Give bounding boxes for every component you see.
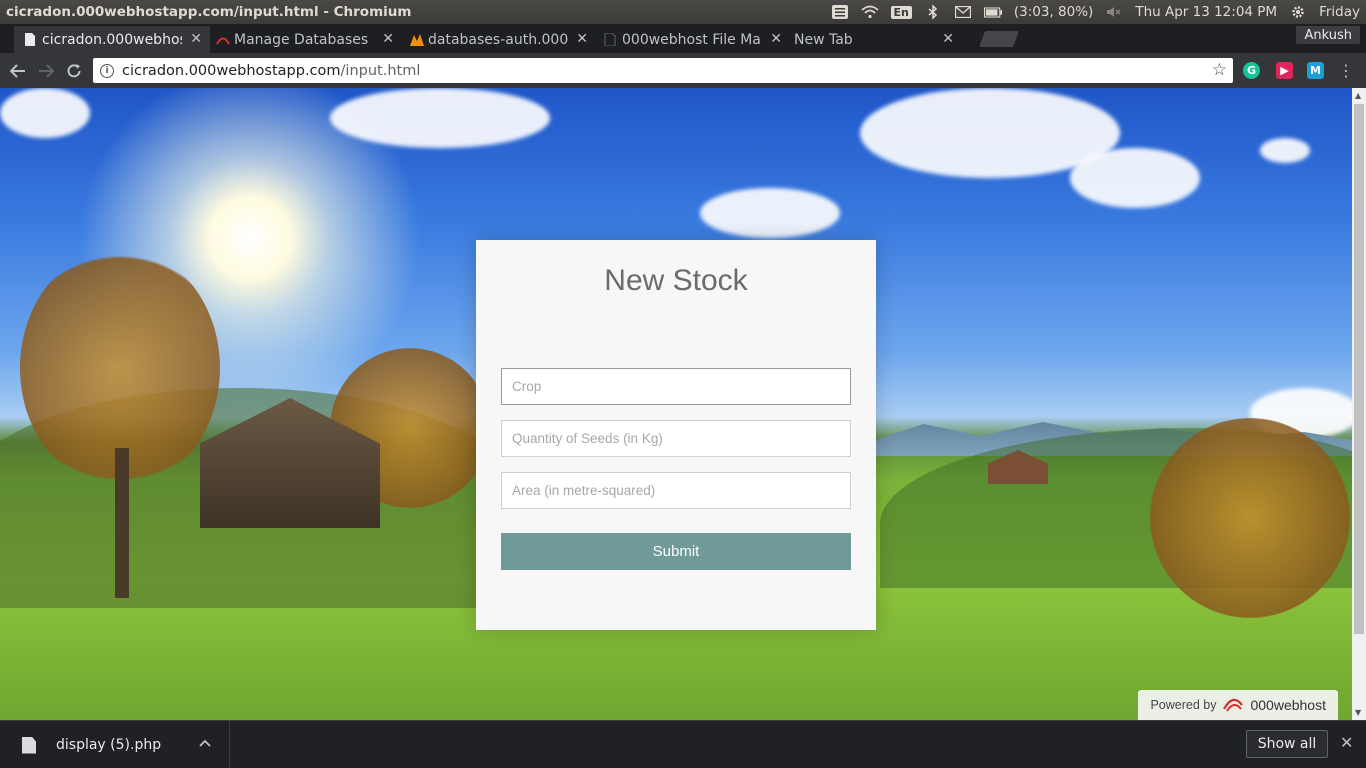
page-icon — [604, 32, 616, 47]
chevron-up-icon[interactable] — [199, 735, 211, 751]
powered-by-badge[interactable]: Powered by 000webhost — [1138, 690, 1338, 720]
close-icon[interactable]: ✕ — [576, 31, 588, 47]
menu-list-icon[interactable] — [831, 5, 849, 19]
tab-strip: cicradon.000webhos ✕ Manage Databases ✕ … — [0, 24, 1366, 53]
tab-manage-databases[interactable]: Manage Databases ✕ — [206, 26, 402, 53]
bluetooth-icon[interactable] — [924, 5, 942, 19]
seed-quantity-input[interactable] — [501, 420, 851, 457]
forward-icon[interactable] — [34, 59, 58, 83]
back-icon[interactable] — [6, 59, 30, 83]
window-title: cicradon.000webhostapp.com/input.html - … — [6, 4, 412, 20]
info-icon[interactable]: i — [100, 63, 114, 78]
cloud-decoration — [0, 88, 90, 138]
tab-databases-auth[interactable]: databases-auth.000w ✕ — [400, 26, 596, 53]
close-icon[interactable]: ✕ — [1340, 733, 1353, 752]
wifi-icon[interactable] — [860, 5, 879, 19]
tree-trunk-decoration — [115, 448, 129, 598]
page-scrollbar[interactable]: ▲ ▼ — [1352, 88, 1366, 720]
scroll-down-icon[interactable]: ▼ — [1355, 708, 1361, 717]
os-top-panel: cicradon.000webhostapp.com/input.html - … — [0, 0, 1366, 24]
tab-label: 000webhost File Ma — [622, 31, 761, 48]
grammarly-extension-icon[interactable]: G — [1243, 62, 1260, 79]
powered-by-label: Powered by — [1150, 698, 1217, 712]
volume-muted-icon[interactable] — [1105, 5, 1123, 19]
tab-label: New Tab — [794, 31, 853, 48]
gear-icon[interactable] — [1289, 5, 1307, 19]
battery-status: (3:03, 80%) — [1013, 4, 1094, 20]
database-favicon-icon — [216, 33, 230, 46]
tab-label: cicradon.000webhos — [42, 31, 182, 48]
powered-by-brand: 000webhost — [1250, 697, 1326, 713]
address-bar[interactable]: i cicradon.000webhostapp.com/input.html … — [93, 58, 1233, 83]
session-label[interactable]: Friday — [1319, 4, 1360, 20]
000webhost-logo-icon — [1222, 697, 1244, 713]
show-all-button[interactable]: Show all — [1246, 730, 1328, 758]
reload-icon[interactable] — [62, 59, 86, 83]
download-item[interactable]: display (5).php — [14, 721, 230, 768]
cloud-decoration — [1260, 138, 1310, 163]
close-icon[interactable]: ✕ — [190, 31, 202, 47]
tab-label: Manage Databases — [234, 31, 369, 48]
tab-input-page[interactable]: cicradon.000webhos ✕ — [14, 26, 210, 53]
crop-input[interactable] — [501, 368, 851, 405]
system-tray: En (3:03, 80%) Thu Apr 13 12:04 PM Frida… — [831, 4, 1366, 20]
browser-toolbar: i cicradon.000webhostapp.com/input.html … — [0, 53, 1366, 88]
tree-decoration — [1150, 418, 1350, 618]
file-icon — [22, 736, 36, 754]
new-tab-button[interactable] — [979, 31, 1019, 47]
new-stock-form: New Stock Submit — [476, 240, 876, 630]
tab-new-tab[interactable]: New Tab ✕ — [766, 26, 962, 53]
cloud-decoration — [330, 88, 550, 148]
url-path: /input.html — [340, 62, 421, 79]
area-input[interactable] — [501, 472, 851, 509]
form-title: New Stock — [604, 264, 748, 297]
mail-icon[interactable] — [954, 5, 972, 19]
keyboard-layout-indicator[interactable]: En — [890, 5, 912, 19]
page-viewport: New Stock Submit Powered by 000webhost — [0, 88, 1352, 720]
submit-button[interactable]: Submit — [501, 533, 851, 570]
battery-icon[interactable] — [983, 5, 1002, 19]
scroll-thumb[interactable] — [1354, 104, 1364, 634]
pocket-extension-icon[interactable]: ▶ — [1276, 62, 1293, 79]
scroll-up-icon[interactable]: ▲ — [1355, 91, 1361, 100]
close-icon[interactable]: ✕ — [942, 31, 954, 47]
url-host: cicradon.000webhostapp.com — [122, 62, 341, 79]
cloud-decoration — [1070, 148, 1200, 208]
cloud-decoration — [700, 188, 840, 238]
tab-file-manager[interactable]: 000webhost File Ma ✕ — [594, 26, 790, 53]
download-filename: display (5).php — [56, 737, 162, 753]
close-icon[interactable]: ✕ — [382, 31, 394, 47]
m-extension-icon[interactable]: M — [1307, 62, 1324, 79]
tab-label: databases-auth.000w — [428, 31, 568, 48]
phpmyadmin-favicon-icon — [410, 33, 424, 46]
bookmark-star-icon[interactable]: ☆ — [1212, 60, 1227, 80]
profile-button[interactable]: Ankush — [1296, 26, 1360, 44]
download-shelf: display (5).php Show all ✕ — [0, 720, 1366, 768]
page-icon — [24, 33, 36, 46]
clock[interactable]: Thu Apr 13 12:04 PM — [1135, 4, 1277, 20]
more-menu-icon[interactable]: ⋮ — [1338, 61, 1354, 80]
